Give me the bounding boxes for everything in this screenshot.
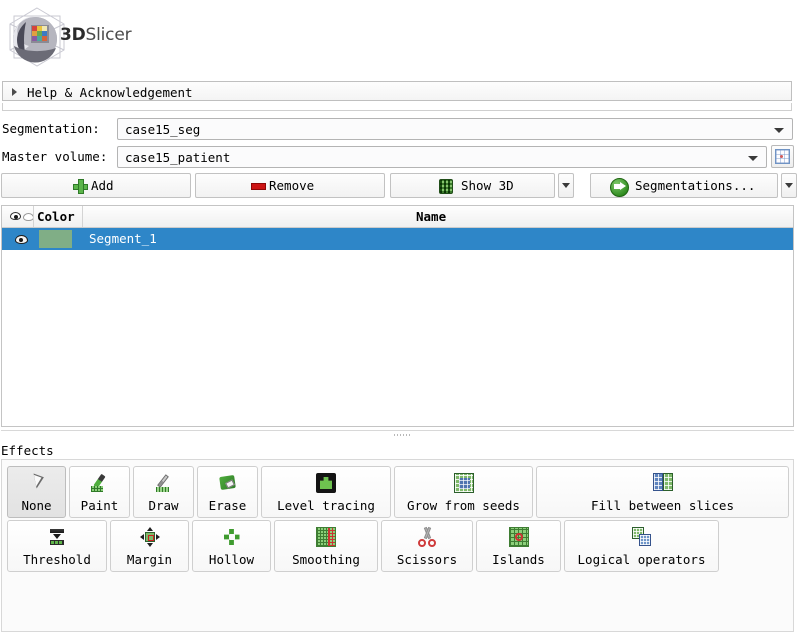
help-acknowledgement-label: Help & Acknowledgement [27,85,193,100]
segmentations-dropdown-button[interactable] [781,173,797,198]
slicer-logo-icon [9,7,65,67]
effect-button-draw[interactable]: Draw [133,466,194,518]
effect-label-islands: Islands [492,552,545,567]
eye-toggle-icon[interactable] [10,212,34,222]
effect-button-scissors[interactable]: Scissors [381,520,473,572]
effect-label-logical-operators: Logical operators [577,552,706,567]
cursor-arrow-icon [27,473,47,493]
segmentations-button[interactable]: Segmentations... [590,173,778,198]
segment-color-swatch[interactable] [39,230,72,248]
master-volume-select[interactable]: case15_patient [117,146,767,168]
volume-cube-icon [775,149,790,164]
show-3d-dropdown-button[interactable] [558,173,574,198]
column-header-color[interactable]: Color [37,209,75,224]
green-plus-icon [73,179,88,194]
effect-button-grow-from-seeds[interactable]: Grow from seeds [394,466,533,518]
header-divider [33,206,34,227]
effect-label-paint: Paint [80,498,119,513]
effect-button-islands[interactable]: Islands [476,520,561,572]
section-body-placeholder [2,103,792,111]
effect-button-margin[interactable]: Margin [110,520,189,572]
effect-button-logical-operators[interactable]: Logical operators [564,520,719,572]
eye-shape [15,235,28,244]
segments-table: Color Name Segment_1 [1,205,794,427]
remove-segment-button[interactable]: Remove [195,173,385,198]
app-title-suffix: Slicer [85,25,132,45]
segment-name[interactable]: Segment_1 [89,231,157,246]
level-tracing-icon [316,473,336,493]
effect-button-none[interactable]: None [7,466,66,518]
master-volume-label: Master volume: [2,149,108,164]
header-divider [82,206,83,227]
effect-button-paint[interactable]: Paint [69,466,130,518]
threshold-icon [47,527,67,547]
green-arrow-circle-icon [610,178,629,197]
effect-label-grow-from-seeds: Grow from seeds [407,498,520,513]
cube-3d-icon [439,179,453,194]
effect-label-smoothing: Smoothing [292,552,360,567]
draw-pencil-icon [154,473,174,493]
add-segment-label: Add [91,178,114,193]
hollow-icon [222,527,242,547]
grow-from-seeds-icon [453,473,474,493]
master-volume-options-button[interactable] [771,145,794,168]
effect-label-none: None [21,498,52,513]
show-3d-button[interactable]: Show 3D [390,173,555,198]
effect-label-margin: Margin [126,552,173,567]
effect-label-erase: Erase [208,498,247,513]
effect-button-threshold[interactable]: Threshold [7,520,107,572]
effects-label: Effects [1,443,54,458]
eraser-icon [218,473,238,493]
effect-label-hollow: Hollow [208,552,255,567]
logical-operators-icon [631,527,652,547]
effect-label-scissors: Scissors [396,552,458,567]
smoothing-icon [316,527,336,547]
panel-splitter[interactable] [1,430,794,440]
effect-button-fill-between-slices[interactable]: Fill between slices [536,466,789,518]
remove-segment-label: Remove [269,178,315,193]
chevron-down-icon [774,128,784,133]
effect-button-smoothing[interactable]: Smoothing [274,520,378,572]
splitter-line [1,430,794,431]
splitter-grip-icon [394,434,410,436]
islands-icon [508,527,529,547]
help-acknowledgement-section[interactable]: Help & Acknowledgement [2,81,792,101]
effect-label-draw: Draw [148,498,179,513]
segmentation-label: Segmentation: [2,121,100,136]
app-header: 3DSlicer [0,0,798,76]
chevron-down-icon [748,156,758,161]
fill-between-slices-icon [652,473,673,493]
effect-label-fill-between-slices: Fill between slices [591,498,734,513]
chevron-down-icon [785,183,793,188]
segmentations-label: Segmentations... [635,178,756,193]
effect-button-level-tracing[interactable]: Level tracing [261,466,391,518]
app-title-prefix: 3D [60,25,86,45]
effects-panel: None Paint Draw Erase Level tracing Grow… [1,459,794,632]
effect-label-level-tracing: Level tracing [277,498,375,513]
effect-label-threshold: Threshold [23,552,91,567]
show-3d-label: Show 3D [461,178,514,193]
effect-button-hollow[interactable]: Hollow [192,520,271,572]
add-segment-button[interactable]: Add [1,173,191,198]
column-header-name[interactable]: Name [416,209,446,224]
segments-table-header: Color Name [2,206,793,228]
table-row[interactable]: Segment_1 [2,228,793,250]
master-volume-value: case15_patient [125,150,231,165]
paint-brush-icon [90,473,110,493]
segmentation-value: case15_seg [125,122,201,137]
segmentation-select[interactable]: case15_seg [117,118,793,140]
eye-open-icon [10,212,21,220]
app-title: 3DSlicer [60,25,132,45]
chevron-right-icon [12,88,17,96]
scissors-icon [417,526,437,547]
eye-open-icon[interactable] [15,235,28,244]
red-minus-icon [251,183,266,190]
margin-icon [139,527,160,547]
effect-button-erase[interactable]: Erase [197,466,258,518]
chevron-down-icon [562,183,570,188]
